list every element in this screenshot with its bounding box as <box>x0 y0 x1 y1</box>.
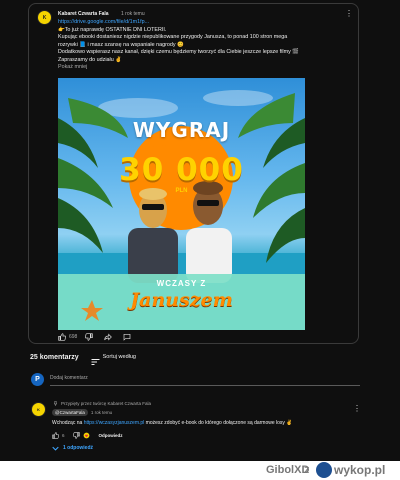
post-line: 👉To już naprawdę OSTATNIE DNI LOTERII. <box>58 26 167 33</box>
share-icon[interactable] <box>104 333 113 341</box>
footer-site: wykop.pl <box>334 463 386 477</box>
community-post: K Kabaret Czwarta Fala 1 rok temu ⋮ http… <box>28 3 359 344</box>
channel-avatar[interactable]: K <box>37 10 52 25</box>
post-line: Kupując ebooki dostaniesz nigdzie niepub… <box>58 34 288 40</box>
comments-header: 25 komentarzy Sortuj według <box>30 353 136 365</box>
show-less-button[interactable]: Pokaż mniej <box>58 64 353 72</box>
channel-name[interactable]: Kabaret Czwarta Fala <box>58 11 109 17</box>
footer-separator: z <box>304 464 310 476</box>
sort-button[interactable]: Sortuj według <box>103 354 136 360</box>
comment-link[interactable]: https://wczasyzjanuszem.pl <box>84 420 145 426</box>
comment-text: Wchodząc na https://wczasyzjanuszem.pl m… <box>52 420 357 426</box>
like-icon[interactable] <box>58 333 67 341</box>
comment-text-after: możesz zdobyć e-book do którego dołączon… <box>144 420 293 426</box>
promo-currency: PLN <box>175 188 188 194</box>
comments-count: 25 komentarzy <box>30 353 79 361</box>
promo-amount: 30 000 <box>119 152 244 188</box>
comment-avatar[interactable]: K <box>31 402 46 417</box>
pinned-label: Przypięty przez twórcę Kabaret Czwarta F… <box>53 401 151 406</box>
comment-actions: 6 Odpowiedz <box>52 432 123 439</box>
post-actions: 698 <box>58 332 134 342</box>
pin-icon <box>53 401 58 406</box>
like-count: 698 <box>69 334 78 340</box>
comment-header: @CzwartaFala 1 rok temu <box>52 409 112 416</box>
comment-text-before: Wchodząc na <box>52 420 84 426</box>
page: K Kabaret Czwarta Fala 1 rok temu ⋮ http… <box>0 0 400 480</box>
comment-menu-icon[interactable]: ⋮ <box>353 405 361 413</box>
post-text: https://drive.google.com/file/d/1m1fp...… <box>58 19 353 72</box>
chevron-down-icon <box>52 446 59 451</box>
wykop-logo-icon <box>316 462 332 478</box>
sort-icon[interactable] <box>91 353 100 365</box>
promo-image[interactable]: WYGRAJ voucher 30 000 PLN WCZASY Z Janus… <box>58 78 305 330</box>
reply-button[interactable]: Odpowiedz <box>99 433 123 438</box>
comment-like-count: 6 <box>62 433 65 438</box>
post-line: rozrywki 📘 i masz szansę na wspaniałe na… <box>58 41 184 48</box>
post-drive-link[interactable]: https://drive.google.com/file/d/1m1fp... <box>58 19 353 27</box>
post-menu-icon[interactable]: ⋮ <box>345 10 353 18</box>
promo-wczasy: WCZASY Z <box>156 279 207 288</box>
promo-headline: WYGRAJ <box>132 118 231 142</box>
comment-like-icon[interactable] <box>52 432 60 439</box>
comment-dislike-icon[interactable] <box>72 432 80 439</box>
post-line: Zapraszamy do udziału ✌ <box>58 56 122 63</box>
footer-username: GibolXD <box>266 464 310 476</box>
dislike-icon[interactable] <box>85 333 94 341</box>
comment-time[interactable]: 1 rok temu <box>91 410 112 415</box>
comment-icon[interactable] <box>123 333 131 341</box>
comment-author[interactable]: @CzwartaFala <box>52 409 88 416</box>
replies-count: 1 odpowiedź <box>63 445 93 451</box>
creator-heart-icon <box>83 432 90 439</box>
post-time[interactable]: 1 rok temu <box>121 11 145 17</box>
add-comment-input[interactable]: Dodaj komentarz <box>50 375 360 386</box>
show-replies-button[interactable]: 1 odpowiedź <box>52 445 93 451</box>
pinned-text: Przypięty przez twórcę Kabaret Czwarta F… <box>61 401 152 406</box>
user-avatar: P <box>31 373 44 386</box>
promo-januszem: Januszem <box>130 289 233 311</box>
post-line: Dodatkowo wspierasz nasz kanał, dzięki c… <box>58 49 299 55</box>
